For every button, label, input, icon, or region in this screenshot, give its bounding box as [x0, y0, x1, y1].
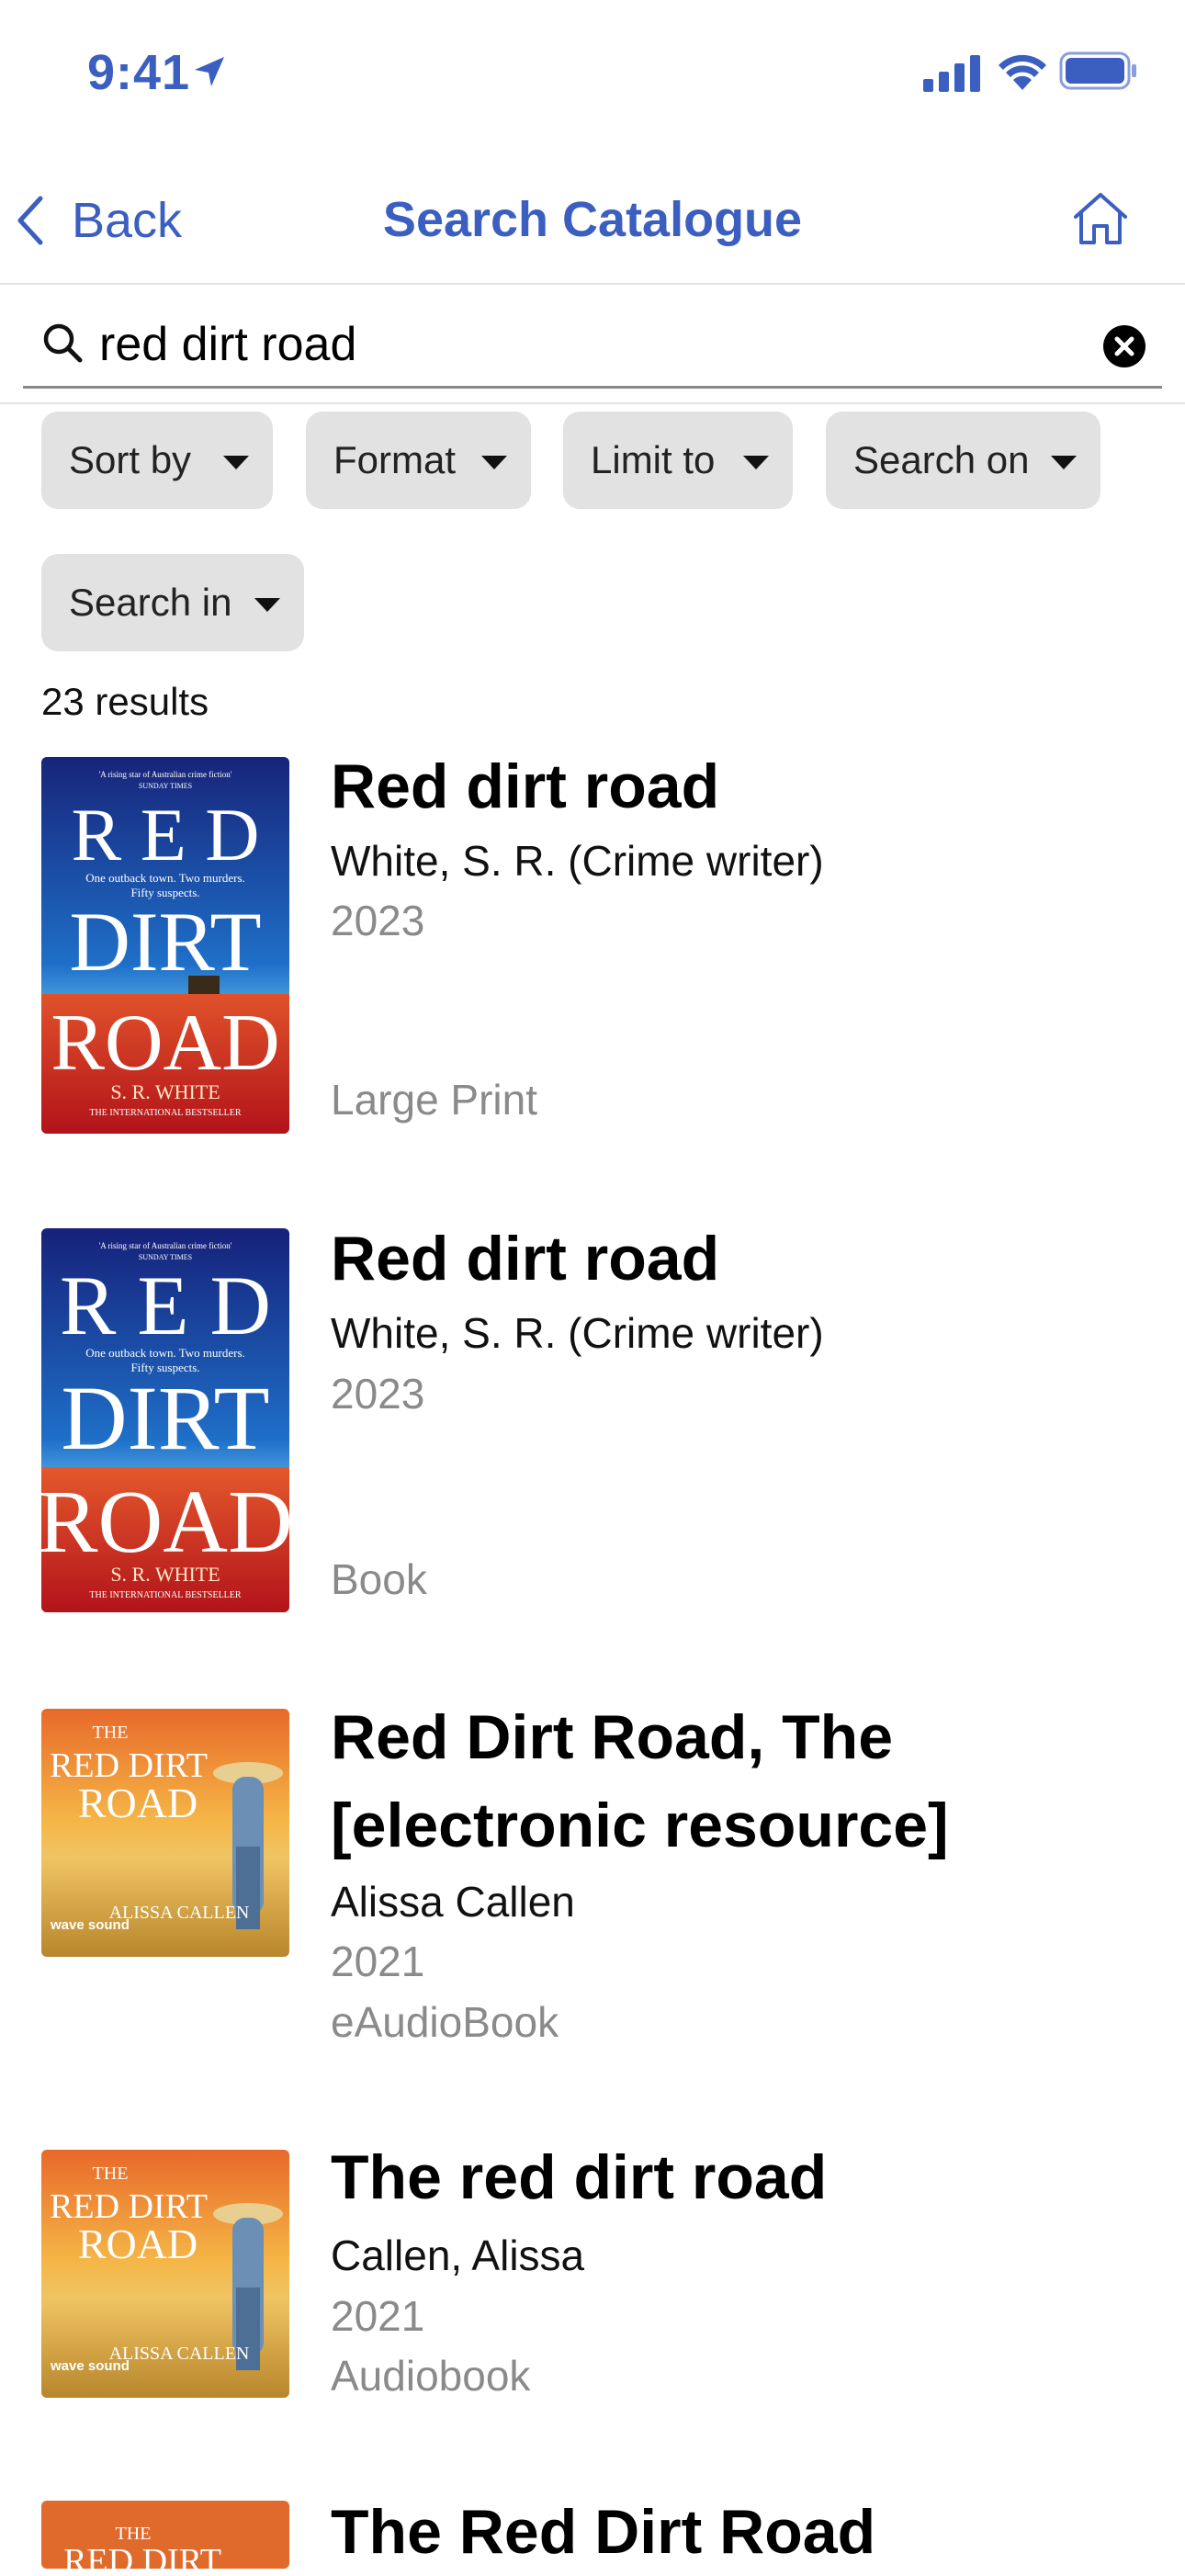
svg-text:RED DIRT: RED DIRT [63, 2542, 221, 2569]
result-title[interactable]: The red dirt road [331, 2133, 827, 2221]
result-format: Large Print [331, 1076, 538, 1124]
result-year: 2021 [331, 1938, 425, 1985]
caret-down-icon [743, 456, 769, 469]
result-count: 23 results [41, 680, 209, 723]
book-cover-image[interactable]: 'A rising star of Australian crime ficti… [41, 757, 289, 1134]
result-author: Alissa Callen [331, 1878, 575, 1926]
caret-down-icon [1051, 456, 1077, 469]
svg-text:SUNDAY TIMES: SUNDAY TIMES [139, 782, 192, 790]
svg-text:S. R. WHITE: S. R. WHITE [110, 1080, 220, 1103]
svg-text:'A rising star of Australian c: 'A rising star of Australian crime ficti… [99, 770, 232, 779]
search-divider [0, 402, 1185, 404]
svg-text:ROAD: ROAD [78, 1779, 198, 1826]
svg-text:ROAD: ROAD [78, 2220, 198, 2267]
clear-search-icon[interactable] [1102, 324, 1146, 368]
svg-text:ALISSA CALLEN: ALISSA CALLEN [109, 2344, 250, 2364]
svg-text:THE INTERNATIONAL BESTSELLER: THE INTERNATIONAL BESTSELLER [89, 1108, 241, 1118]
caret-down-icon [254, 598, 280, 612]
wifi-icon [999, 54, 1046, 90]
result-year: 2023 [331, 897, 425, 944]
result-format: eAudioBook [331, 1998, 559, 2046]
search-input[interactable] [99, 312, 1073, 377]
svg-text:ALISSA CALLEN: ALISSA CALLEN [109, 1903, 250, 1923]
status-time: 9:41 [87, 45, 191, 100]
result-title[interactable]: Red dirt road [331, 742, 719, 830]
result-title[interactable]: Red Dirt Road, The [331, 1693, 893, 1781]
page-title: Search Catalogue [382, 192, 803, 247]
search-underline [23, 386, 1162, 389]
svg-text:THE: THE [116, 2524, 152, 2544]
format-label: Format [333, 438, 457, 481]
svg-text:wave sound: wave sound [50, 1917, 130, 1933]
sort-by-label: Sort by [69, 438, 192, 481]
nav-divider [0, 283, 1185, 285]
home-icon[interactable] [1070, 191, 1131, 246]
result-title-continued[interactable]: [electronic resource] [331, 1781, 949, 1870]
svg-text:S. R. WHITE: S. R. WHITE [110, 1563, 220, 1586]
search-in-dropdown[interactable]: Search in [41, 554, 304, 651]
caret-down-icon [481, 456, 507, 469]
result-title[interactable]: Red dirt road [331, 1215, 719, 1303]
result-year: 2021 [331, 2292, 425, 2340]
result-author: White, S. R. (Crime writer) [331, 1309, 824, 1357]
result-format: Book [331, 1555, 427, 1603]
svg-text:ROAD: ROAD [41, 1473, 289, 1572]
svg-text:'A rising star of Australian c: 'A rising star of Australian crime ficti… [99, 1241, 232, 1250]
result-format: Audiobook [331, 2352, 531, 2400]
svg-text:ROAD: ROAD [51, 999, 279, 1088]
result-title[interactable]: The Red Dirt Road [331, 2488, 875, 2576]
result-year: 2023 [331, 1370, 425, 1418]
result-author: White, S. R. (Crime writer) [331, 837, 824, 885]
audiobook-cover-image[interactable]: THE RED DIRT ROAD ALISSA CALLEN wave sou… [41, 1709, 289, 1957]
format-dropdown[interactable]: Format [306, 412, 531, 509]
svg-text:THE INTERNATIONAL BESTSELLER: THE INTERNATIONAL BESTSELLER [89, 1590, 241, 1600]
cellular-signal-icon [923, 55, 980, 92]
svg-text:THE: THE [93, 2164, 129, 2184]
audiobook-cover-image[interactable]: THE RED DIRT [41, 2501, 289, 2569]
svg-text:R E D: R E D [60, 1259, 271, 1352]
audiobook-cover-image[interactable]: THE RED DIRT ROAD ALISSA CALLEN wave sou… [41, 2150, 289, 2398]
limit-to-dropdown[interactable]: Limit to [563, 412, 793, 509]
svg-text:THE: THE [93, 1723, 129, 1743]
location-arrow-icon [195, 57, 224, 86]
search-on-label: Search on [853, 438, 1030, 481]
limit-to-label: Limit to [591, 438, 716, 481]
svg-text:wave sound: wave sound [50, 2358, 130, 2374]
result-author: Callen, Alissa [331, 2231, 585, 2279]
search-on-dropdown[interactable]: Search on [826, 412, 1100, 509]
svg-text:DIRT: DIRT [69, 895, 261, 989]
book-cover-image[interactable]: 'A rising star of Australian crime ficti… [41, 1228, 289, 1612]
search-icon [43, 323, 83, 363]
battery-icon [1059, 51, 1136, 90]
svg-text:R E D: R E D [72, 793, 260, 876]
search-in-label: Search in [69, 581, 232, 624]
svg-text:DIRT: DIRT [61, 1367, 269, 1469]
caret-down-icon [223, 456, 249, 469]
sort-by-dropdown[interactable]: Sort by [41, 412, 273, 509]
